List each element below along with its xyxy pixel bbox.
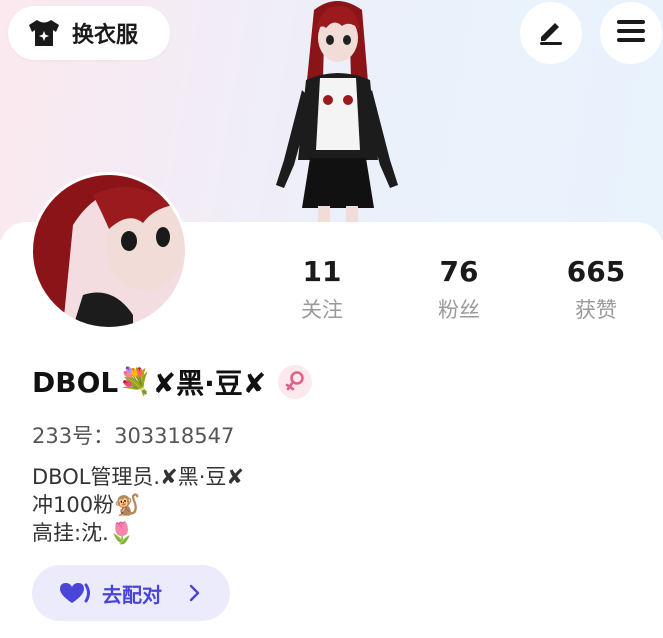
female-icon (278, 365, 313, 399)
menu-button[interactable] (600, 2, 662, 64)
bio-line: DBOL管理员.✘黑·豆✘ (32, 465, 244, 489)
chevron-right-icon (188, 584, 200, 602)
stat-following-label: 关注 (301, 298, 343, 322)
edit-button[interactable] (520, 2, 582, 64)
tshirt-sparkle-icon (26, 15, 62, 51)
pen-icon (535, 15, 567, 51)
bio: DBOL管理员.✘黑·豆✘ 冲100粉🐒 高挂:沈.🌷 (32, 463, 244, 547)
stat-likes[interactable]: 665 获赞 (536, 255, 656, 323)
stat-following[interactable]: 11 关注 (262, 255, 382, 323)
avatar-character-figure[interactable] (262, 0, 412, 225)
avatar[interactable] (30, 172, 188, 330)
stat-fans[interactable]: 76 粉丝 (399, 255, 519, 323)
nickname: DBOL 💐 ✘黑·豆✘ (32, 362, 313, 402)
nickname-suffix: ✘黑·豆✘ (152, 367, 267, 400)
bouquet-emoji: 💐 (119, 367, 152, 397)
stat-following-value: 11 (302, 255, 342, 288)
heart-icon (58, 581, 92, 605)
dress-up-label: 换衣服 (72, 23, 139, 48)
nickname-prefix: DBOL (32, 365, 119, 399)
match-button-label: 去配对 (102, 582, 162, 607)
user-id: 233号：303318547 (32, 424, 235, 448)
dress-up-button[interactable]: 换衣服 (8, 6, 170, 60)
stat-likes-value: 665 (566, 255, 626, 288)
stat-fans-value: 76 (439, 255, 479, 288)
hamburger-menu-icon (615, 17, 647, 49)
stat-likes-label: 获赞 (575, 298, 617, 322)
bio-line: 高挂:沈.🌷 (32, 521, 135, 545)
bio-line: 冲100粉🐒 (32, 493, 141, 517)
match-button[interactable]: 去配对 (32, 565, 230, 621)
stat-fans-label: 粉丝 (438, 298, 480, 322)
